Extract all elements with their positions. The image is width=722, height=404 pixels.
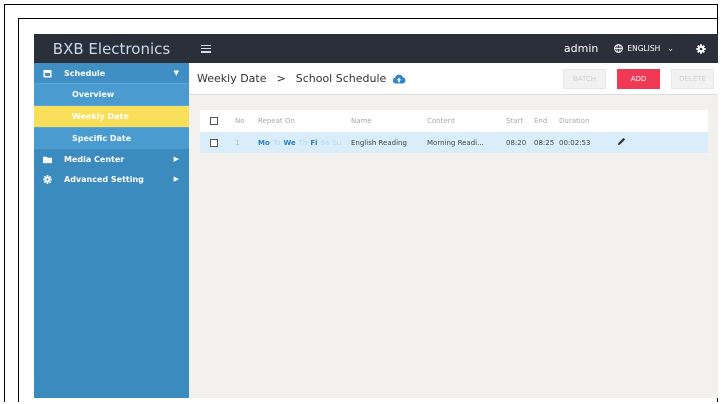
add-button[interactable]: ADD [617, 68, 660, 89]
sidebar-item-label: Media Center [64, 154, 125, 164]
sidebar-item-label: Schedule [64, 68, 106, 78]
row-start: 08:20 [506, 138, 527, 147]
globe-icon [614, 44, 624, 53]
calendar-icon [43, 69, 52, 78]
delete-button[interactable]: DELETE [671, 68, 714, 89]
table-row[interactable]: 1 Mo Tu We Th Fi Sa Su English Reading Morning… [200, 132, 708, 153]
schedule-table: No Repeat On Name Content Start End Dura… [200, 110, 708, 153]
main-area: admin ENGLISH ⌄ Weekly Date > School Sch… [189, 34, 718, 398]
caret-right-icon: ▶ [173, 155, 179, 163]
sidebar-item-specific-date[interactable]: Specific Date [34, 127, 189, 149]
cloud-upload-icon[interactable] [392, 74, 406, 84]
sidebar-item-media-center[interactable]: Media Center ▶ [34, 149, 189, 169]
brand-title: BXB Electronics [34, 34, 189, 63]
batch-button[interactable]: BATCH [563, 68, 606, 89]
table-header: No Repeat On Name Content Start End Dura… [200, 110, 708, 132]
header-repeat-on: Repeat On [258, 117, 295, 125]
caret-right-icon: ▶ [173, 175, 179, 183]
app-window: BXB Electronics Schedule ▼ Overview Week… [34, 34, 718, 398]
sidebar-item-weekly-date[interactable]: Weekly Date [34, 105, 189, 127]
top-bar: admin ENGLISH ⌄ [189, 34, 718, 63]
header-duration: Duration [559, 117, 590, 125]
row-end: 08:25 [534, 138, 555, 147]
select-all-checkbox[interactable] [210, 117, 218, 125]
row-name: English Reading [351, 138, 407, 147]
settings-gear-icon[interactable] [696, 43, 706, 54]
day-tu: Tu [272, 138, 281, 147]
chevron-down-icon: ⌄ [667, 44, 674, 53]
edit-pencil-icon[interactable] [617, 137, 631, 148]
toolbar: Weekly Date > School Schedule BATCH ADD … [189, 63, 718, 95]
breadcrumb-root[interactable]: Weekly Date [197, 72, 267, 85]
user-name[interactable]: admin [564, 42, 598, 55]
folder-icon [43, 155, 52, 164]
header-name: Name [351, 117, 372, 125]
day-su: Su [332, 138, 342, 147]
day-fi: Fi [310, 138, 318, 147]
row-repeat-days: Mo Tu We Th Fi Sa Su [258, 139, 351, 147]
row-content: Morning Readi... [427, 138, 484, 147]
header-end: End [534, 117, 548, 125]
sidebar-item-schedule[interactable]: Schedule ▼ [34, 63, 189, 83]
gear-icon [43, 174, 52, 184]
breadcrumb-separator: > [276, 72, 286, 85]
header-no: No [235, 117, 245, 125]
row-no: 1 [235, 138, 240, 147]
day-th: Th [298, 138, 308, 147]
menu-icon[interactable] [201, 44, 211, 53]
breadcrumb: Weekly Date > School Schedule [197, 72, 406, 85]
sidebar-item-label: Advanced Setting [64, 174, 144, 184]
day-sa: Sa [320, 138, 330, 147]
day-we: We [283, 138, 296, 147]
breadcrumb-current: School Schedule [295, 72, 387, 85]
action-buttons: BATCH ADD DELETE [563, 68, 714, 89]
row-checkbox[interactable] [210, 138, 218, 147]
language-selector[interactable]: ENGLISH ⌄ [614, 44, 674, 53]
header-content: Content [427, 117, 455, 125]
language-label: ENGLISH [627, 44, 661, 53]
caret-down-icon: ▼ [173, 69, 179, 77]
sidebar-item-overview[interactable]: Overview [34, 83, 189, 105]
sidebar-item-advanced-setting[interactable]: Advanced Setting ▶ [34, 169, 189, 189]
sidebar: BXB Electronics Schedule ▼ Overview Week… [34, 34, 189, 398]
header-start: Start [506, 117, 524, 125]
row-duration: 00:02:53 [559, 138, 591, 147]
day-mo: Mo [258, 138, 270, 147]
